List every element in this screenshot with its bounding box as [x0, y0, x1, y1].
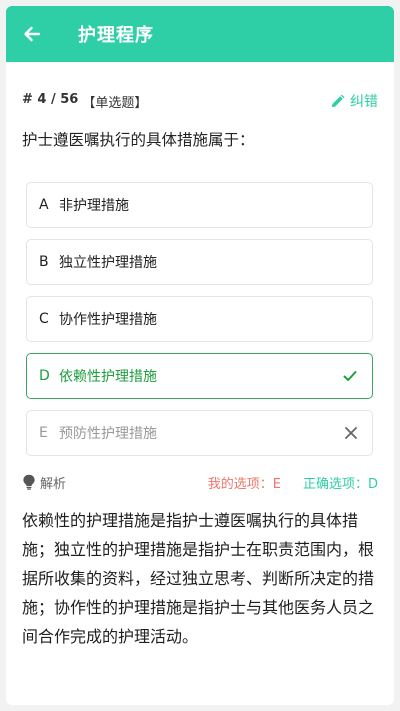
options-list: A 非护理措施 B 独立性护理措施 C 协作性护理措施 D 依赖性护理措施 E …	[22, 182, 378, 456]
question-meta: # 4 / 56 【单选题】 纠错	[22, 91, 378, 111]
option-b[interactable]: B 独立性护理措施	[26, 239, 373, 285]
main-content: # 4 / 56 【单选题】 纠错 护士遵医嘱执行的具体措施属于： A 非护理措…	[6, 92, 394, 651]
check-icon	[342, 368, 358, 384]
pencil-icon	[331, 94, 345, 107]
option-letter: C	[39, 311, 49, 327]
option-text: 非护理措施	[59, 198, 129, 214]
option-text: 预防性护理措施	[59, 426, 157, 442]
question-meta-left: # 4 / 56 【单选题】	[22, 92, 147, 111]
question-text: 护士遵医嘱执行的具体措施属于：	[22, 131, 255, 149]
question-index: # 4 / 56	[22, 91, 79, 107]
answer-summary: 我的选项：E 正确选项：D	[208, 473, 378, 492]
option-letter: B	[39, 254, 49, 270]
option-letter: A	[39, 197, 49, 213]
app-frame: 护理程序 # 4 / 56 【单选题】 纠错 护士遵医嘱执行的具体措施属于： A…	[6, 6, 394, 705]
option-c[interactable]: C 协作性护理措施	[26, 296, 373, 342]
question-type: 【单选题】	[82, 95, 148, 111]
report-error-button[interactable]: 纠错	[330, 91, 378, 111]
back-button[interactable]	[6, 6, 58, 62]
option-letter: E	[39, 425, 48, 441]
option-a[interactable]: A 非护理措施	[26, 182, 373, 228]
my-answer: 我的选项：E	[207, 476, 281, 492]
analysis-title: 解析	[22, 473, 66, 492]
option-d[interactable]: D 依赖性护理措施	[26, 353, 373, 399]
correct-answer: 正确选项：D	[302, 476, 378, 492]
report-error-label: 纠错	[350, 94, 378, 110]
option-text: 独立性护理措施	[59, 255, 157, 271]
close-icon	[344, 426, 358, 440]
analysis-label: 解析	[40, 476, 67, 492]
lightbulb-icon	[23, 474, 35, 490]
option-text: 协作性护理措施	[59, 312, 157, 328]
arrow-left-icon	[24, 26, 41, 42]
option-text: 依赖性护理措施	[59, 369, 157, 385]
analysis-header: 解析 我的选项：E 正确选项：D	[22, 472, 378, 492]
option-e[interactable]: E 预防性护理措施	[26, 410, 373, 456]
app-bar: 护理程序	[6, 6, 394, 62]
analysis-text: 依赖性的护理措施是指护士遵医嘱执行的具体措施；独立性的护理措施是指护士在职责范围…	[22, 511, 375, 646]
option-letter: D	[39, 368, 50, 384]
page-title: 护理程序	[78, 25, 154, 46]
